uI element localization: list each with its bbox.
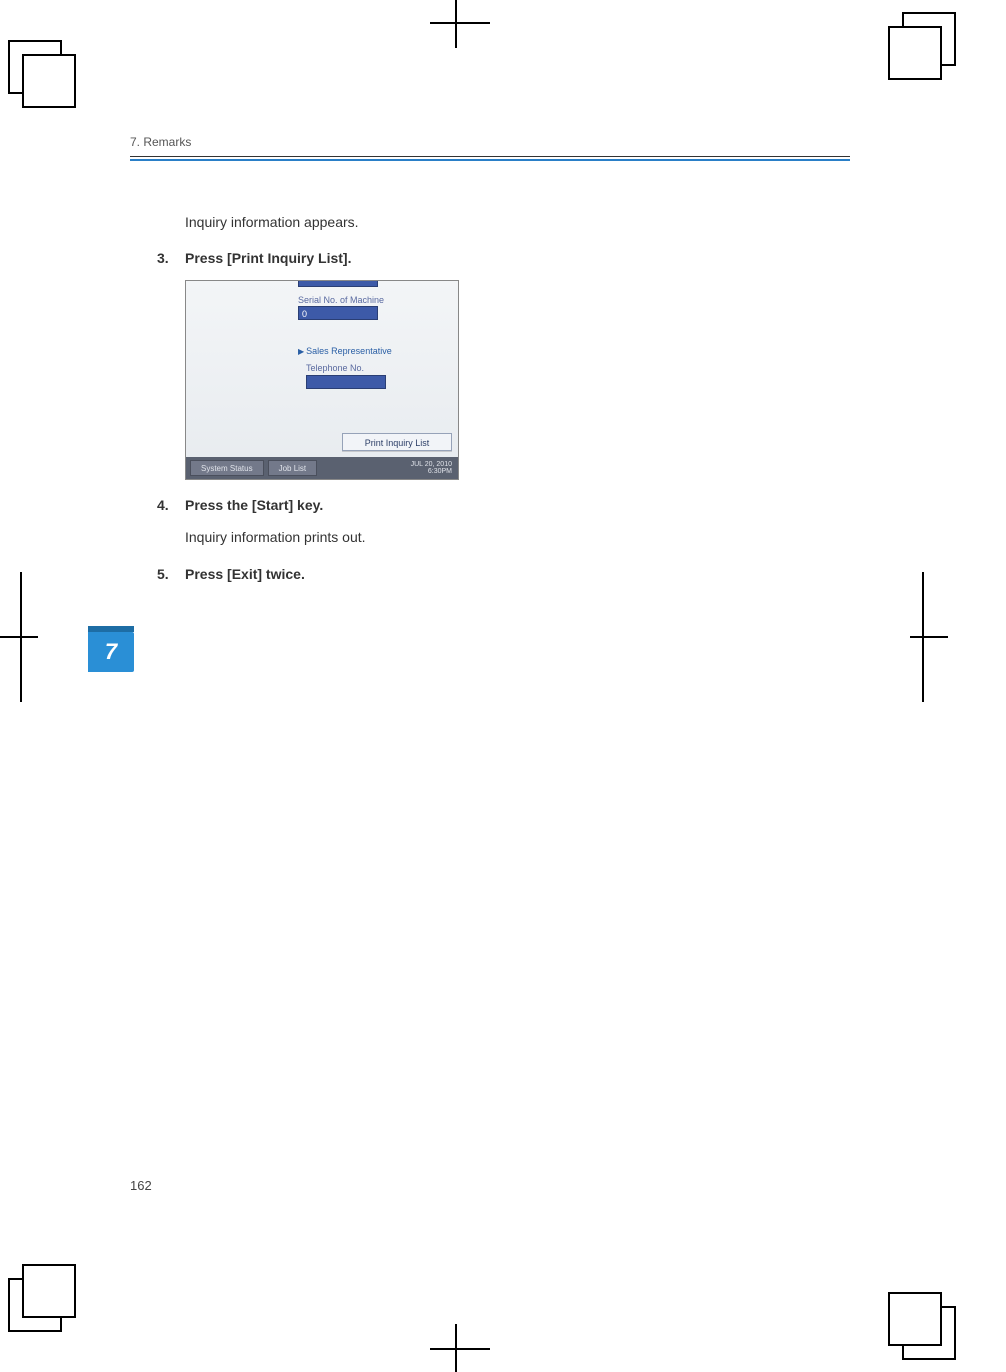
running-header: 7. Remarks [130, 135, 850, 156]
crop-mark [430, 1348, 490, 1350]
step-number: 5. [157, 563, 169, 585]
sales-rep-section: Sales Representative [298, 344, 392, 359]
telephone-field [306, 375, 386, 389]
crop-square [888, 1292, 942, 1346]
field-stub [298, 281, 378, 287]
step-3: 3. Press [Print Inquiry List]. Serial No… [185, 247, 850, 479]
step-subtext: Inquiry information prints out. [185, 526, 850, 548]
crop-square [22, 54, 76, 108]
crop-mark [455, 0, 457, 48]
header-rule-accent [130, 159, 850, 161]
crop-square [888, 26, 942, 80]
crop-mark [430, 22, 490, 24]
body-text: Inquiry information appears. 3. Press [P… [185, 211, 850, 585]
step-title: Press [Exit] twice. [185, 566, 305, 582]
device-screenshot: Serial No. of Machine 0 Sales Representa… [185, 280, 459, 480]
print-inquiry-list-button[interactable]: Print Inquiry List [342, 433, 452, 451]
header-rule [130, 156, 850, 157]
page-content: 7. Remarks Inquiry information appears. … [130, 135, 850, 585]
device-date: JUL 20, 2010 [411, 461, 452, 469]
device-bottom-bar: System Status Job List JUL 20, 2010 6:30… [186, 457, 458, 479]
steps-list: 3. Press [Print Inquiry List]. Serial No… [185, 247, 850, 585]
step-title: Press the [Start] key. [185, 497, 323, 513]
step-number: 3. [157, 247, 169, 269]
device-time: 6:30PM [411, 468, 452, 476]
step-4: 4. Press the [Start] key. Inquiry inform… [185, 494, 850, 549]
crop-mark [910, 636, 948, 638]
intro-line: Inquiry information appears. [185, 211, 850, 233]
crop-square [22, 1264, 76, 1318]
step-number: 4. [157, 494, 169, 516]
telephone-label: Telephone No. [306, 361, 364, 375]
chapter-tab: 7 [88, 632, 134, 672]
serial-value-field: 0 [298, 306, 378, 320]
device-timestamp: JUL 20, 2010 6:30PM [411, 461, 452, 476]
crop-mark [0, 636, 38, 638]
page-number: 162 [130, 1178, 152, 1193]
system-status-tab[interactable]: System Status [190, 460, 264, 476]
step-5: 5. Press [Exit] twice. [185, 563, 850, 585]
job-list-tab[interactable]: Job List [268, 460, 318, 476]
step-title: Press [Print Inquiry List]. [185, 250, 351, 266]
